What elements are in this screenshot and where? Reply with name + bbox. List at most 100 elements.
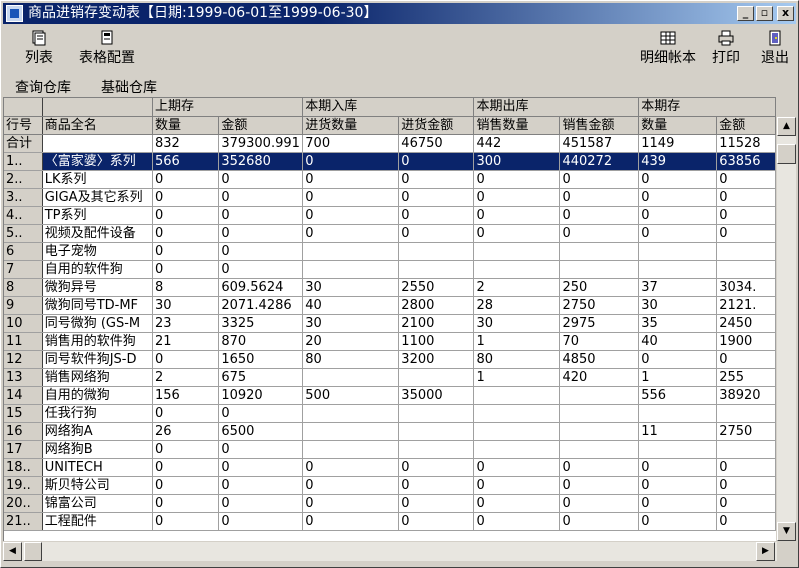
scroll-right-arrow-icon[interactable]: ▶ [756, 542, 775, 561]
table-cell: 0 [716, 188, 776, 207]
table-cell: 0 [302, 224, 400, 243]
table-row[interactable]: 3.. GIGA及其它系列 0 0 0 0 0 0 0 0 [4, 188, 776, 207]
table-cell: 70 [559, 332, 640, 351]
close-button[interactable]: x [777, 6, 794, 21]
column-header[interactable]: 行号 [4, 116, 43, 135]
table-row[interactable]: 10 同号微狗 (GS-M 23 3325 30 2100 30 2975 35 2450 [4, 314, 776, 333]
table-cell: 63856 [716, 152, 776, 171]
column-header[interactable]: 进货金额 [398, 116, 475, 135]
scroll-down-arrow-icon[interactable]: ▼ [777, 522, 796, 541]
table-cell: 8 [152, 278, 220, 297]
group-header: 本期出库 [473, 98, 640, 117]
total-cell: 700 [302, 134, 400, 153]
table-cell: 2975 [559, 314, 640, 333]
table-cell [638, 260, 718, 279]
table-cell: 0 [152, 170, 220, 189]
table-cell [398, 422, 475, 441]
scroll-up-arrow-icon[interactable]: ▲ [777, 117, 796, 136]
vertical-scroll-thumb[interactable] [777, 144, 796, 164]
horizontal-scroll-thumb[interactable] [24, 542, 42, 561]
exit-button[interactable]: 退出 [758, 30, 792, 72]
table-cell: 0 [638, 476, 718, 495]
table-row[interactable]: 14 自用的微狗 156 10920 500 35000 556 38920 [4, 386, 776, 405]
list-button[interactable]: 列表 [21, 30, 57, 72]
table-cell: 0 [638, 188, 718, 207]
table-row[interactable]: 1.. 〈富家婆〉系列 566 352680 0 0 300 440272 439 63856 [4, 152, 776, 171]
table-cell: 2071.4286 [218, 296, 304, 315]
table-cell: 0 [152, 458, 220, 477]
table-row[interactable]: 4.. TP系列 0 0 0 0 0 0 0 0 [4, 206, 776, 225]
table-cell: 2 [473, 278, 561, 297]
row-number: 2.. [4, 170, 43, 189]
total-cell: 451587 [559, 134, 640, 153]
total-cell: 442 [473, 134, 561, 153]
print-button[interactable]: 打印 [709, 30, 743, 72]
title-bar: 商品进销存变动表【日期:1999-06-01至1999-06-30】 _ ▫ x [3, 3, 796, 24]
table-cell: GIGA及其它系列 [42, 188, 153, 207]
column-header-row: 行号 商品全名 数量 金额 进货数量 进货金额 销售数量 销售金额 数量 金额 [4, 116, 776, 135]
table-row[interactable]: 16 网络狗A 26 6500 11 2750 [4, 422, 776, 441]
table-row[interactable]: 2.. LK系列 0 0 0 0 0 0 0 0 [4, 170, 776, 189]
table-cell: 2750 [559, 296, 640, 315]
column-header[interactable]: 数量 [638, 116, 718, 135]
table-row[interactable]: 7 自用的软件狗 0 0 [4, 260, 776, 279]
row-number: 21.. [4, 512, 43, 531]
total-row[interactable]: 合计 832 379300.991 700 46750 442 451587 1149 1152… [4, 134, 776, 153]
column-header[interactable]: 进货数量 [302, 116, 400, 135]
menu-base-warehouse[interactable]: 基础仓库 [101, 77, 157, 97]
table-cell: 30 [152, 296, 220, 315]
table-cell [559, 242, 640, 261]
table-row[interactable]: 18.. UNITECH 0 0 0 0 0 0 0 0 [4, 458, 776, 477]
table-cell: 0 [559, 206, 640, 225]
table-cell: 工程配件 [42, 512, 153, 531]
menu-query-warehouse[interactable]: 查询仓库 [15, 77, 71, 97]
table-row[interactable]: 12 同号软件狗JS-D 0 1650 80 3200 80 4850 0 0 [4, 350, 776, 369]
table-cell: 0 [473, 188, 561, 207]
column-header[interactable]: 数量 [152, 116, 220, 135]
horizontal-scrollbar[interactable]: ◀ ▶ [3, 542, 777, 561]
minimize-button[interactable]: _ [737, 6, 754, 21]
row-number: 1.. [4, 152, 43, 171]
table-row[interactable]: 17 网络狗B 0 0 [4, 440, 776, 459]
table-cell [638, 440, 718, 459]
table-row[interactable]: 6 电子宠物 0 0 [4, 242, 776, 261]
table-cell: 300 [473, 152, 561, 171]
table-cell: 自用的微狗 [42, 386, 153, 405]
row-number: 8 [4, 278, 43, 297]
table-cell: 675 [218, 368, 304, 387]
data-grid[interactable]: 上期存 本期入库 本期出库 本期存 行号 商品全名 数量 金额 进货数量 进货金额 销售数量 销售金额… [3, 97, 776, 541]
table-cell [302, 404, 400, 423]
table-row[interactable]: 5.. 视频及配件设备 0 0 0 0 0 0 0 0 [4, 224, 776, 243]
table-cell [302, 260, 400, 279]
scroll-left-arrow-icon[interactable]: ◀ [3, 542, 22, 561]
table-config-button[interactable]: 表格配置 [75, 30, 139, 72]
table-row[interactable]: 8 微狗异号 8 609.5624 30 2550 2 250 37 3034. [4, 278, 776, 297]
maximize-button[interactable]: ▫ [756, 6, 773, 21]
column-header[interactable]: 金额 [716, 116, 776, 135]
vertical-scrollbar[interactable]: ▲ ▼ [777, 117, 796, 541]
table-row[interactable]: 20.. 锦富公司 0 0 0 0 0 0 0 0 [4, 494, 776, 513]
table-cell: 20 [302, 332, 400, 351]
detail-ledger-button[interactable]: 明细帐本 [636, 30, 700, 72]
table-cell: 80 [302, 350, 400, 369]
table-cell: 微狗异号 [42, 278, 153, 297]
table-cell [398, 440, 475, 459]
group-header: 本期存 [638, 98, 776, 117]
column-header[interactable]: 金额 [218, 116, 304, 135]
table-cell: 0 [716, 476, 776, 495]
table-cell: 0 [716, 458, 776, 477]
column-header[interactable]: 销售数量 [473, 116, 561, 135]
table-cell: 0 [638, 458, 718, 477]
table-cell: TP系列 [42, 206, 153, 225]
row-number: 3.. [4, 188, 43, 207]
table-row[interactable]: 11 销售用的软件狗 21 870 20 1100 1 70 40 1900 [4, 332, 776, 351]
column-header[interactable]: 销售金额 [559, 116, 640, 135]
table-row[interactable]: 19.. 斯贝特公司 0 0 0 0 0 0 0 0 [4, 476, 776, 495]
column-header[interactable]: 商品全名 [42, 116, 153, 135]
table-cell: 0 [152, 224, 220, 243]
table-cell [398, 242, 475, 261]
table-row[interactable]: 21.. 工程配件 0 0 0 0 0 0 0 0 [4, 512, 776, 531]
table-row[interactable]: 13 销售网络狗 2 675 1 420 1 255 [4, 368, 776, 387]
table-row[interactable]: 9 微狗同号TD-MF 30 2071.4286 40 2800 28 2750 30 2121. [4, 296, 776, 315]
table-row[interactable]: 15 任我行狗 0 0 [4, 404, 776, 423]
